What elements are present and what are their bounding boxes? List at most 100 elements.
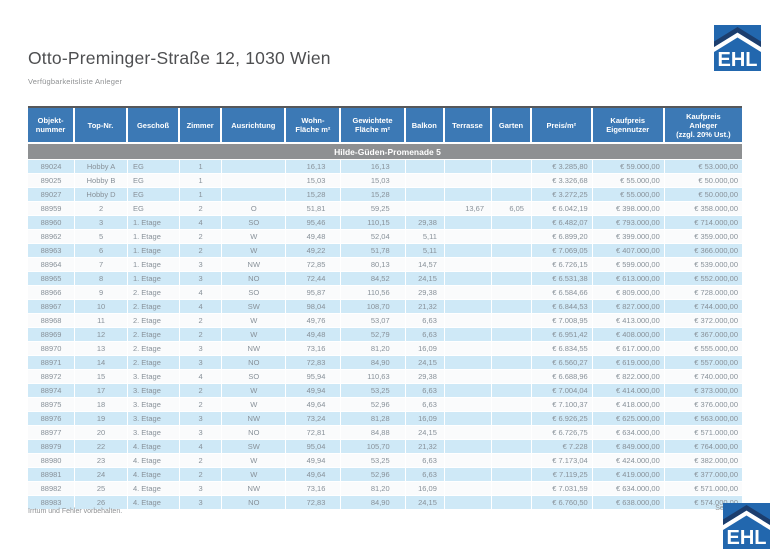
- table-row: 8896471. Etage3NW72,8580,1314,57€ 6.726,…: [28, 258, 742, 272]
- cell-r15-c9: [492, 370, 532, 384]
- table-row: 88975183. Etage2W49,6452,966,63€ 7.100,3…: [28, 398, 742, 412]
- cell-r17-c4: W: [222, 398, 286, 412]
- cell-r17-c0: 88975: [28, 398, 75, 412]
- cell-r2-c10: € 3.272,25: [532, 188, 593, 202]
- cell-r3-c11: € 398.000,00: [593, 202, 665, 216]
- cell-r9-c2: 2. Etage: [128, 286, 180, 300]
- cell-r18-c11: € 625.000,00: [593, 412, 665, 426]
- cell-r3-c12: € 358.000,00: [665, 202, 742, 216]
- cell-r18-c2: 3. Etage: [128, 412, 180, 426]
- cell-r5-c6: 52,04: [341, 230, 405, 244]
- cell-r23-c6: 81,20: [341, 482, 405, 496]
- cell-r11-c8: [445, 314, 492, 328]
- cell-r11-c10: € 7.008,95: [532, 314, 593, 328]
- cell-r18-c12: € 563.000,00: [665, 412, 742, 426]
- cell-r7-c2: 1. Etage: [128, 258, 180, 272]
- cell-r6-c10: € 7.069,05: [532, 244, 593, 258]
- cell-r10-c5: 98,04: [286, 300, 341, 314]
- cell-r12-c9: [492, 328, 532, 342]
- cell-r23-c5: 73,16: [286, 482, 341, 496]
- cell-r12-c6: 52,79: [341, 328, 405, 342]
- cell-r6-c6: 51,78: [341, 244, 405, 258]
- table-header: Objekt- nummerTop-Nr.GeschoßZimmerAusric…: [28, 108, 742, 144]
- cell-r14-c8: [445, 356, 492, 370]
- cell-r21-c1: 23: [75, 454, 128, 468]
- cell-r22-c2: 4. Etage: [128, 468, 180, 482]
- cell-r1-c7: [406, 174, 445, 188]
- cell-r24-c9: [492, 496, 532, 510]
- cell-r8-c3: 3: [180, 272, 222, 286]
- cell-r3-c7: [406, 202, 445, 216]
- cell-r1-c12: € 50.000,00: [665, 174, 742, 188]
- cell-r19-c1: 20: [75, 426, 128, 440]
- cell-r0-c6: 16,13: [341, 160, 405, 174]
- cell-r13-c4: NW: [222, 342, 286, 356]
- cell-r8-c0: 88965: [28, 272, 75, 286]
- cell-r2-c7: [406, 188, 445, 202]
- cell-r5-c9: [492, 230, 532, 244]
- cell-r6-c5: 49,22: [286, 244, 341, 258]
- cell-r4-c4: SO: [222, 216, 286, 230]
- cell-r7-c11: € 599.000,00: [593, 258, 665, 272]
- cell-r6-c4: W: [222, 244, 286, 258]
- cell-r3-c2: EG: [128, 202, 180, 216]
- cell-r1-c1: Hobby B: [75, 174, 128, 188]
- table-row: 88972153. Etage4SO95,94110,6329,38€ 6.68…: [28, 370, 742, 384]
- table-row: 88982254. Etage3NW73,1681,2016,09€ 7.031…: [28, 482, 742, 496]
- cell-r7-c12: € 539.000,00: [665, 258, 742, 272]
- column-header-12: Kaufpreis Anleger (zzgl. 20% Ust.): [665, 108, 742, 144]
- cell-r17-c8: [445, 398, 492, 412]
- cell-r16-c4: W: [222, 384, 286, 398]
- cell-r19-c12: € 571.000,00: [665, 426, 742, 440]
- cell-r17-c1: 18: [75, 398, 128, 412]
- column-header-3: Zimmer: [180, 108, 222, 144]
- cell-r20-c9: [492, 440, 532, 454]
- cell-r9-c8: [445, 286, 492, 300]
- cell-r21-c5: 49,94: [286, 454, 341, 468]
- cell-r4-c6: 110,15: [341, 216, 405, 230]
- cell-r19-c11: € 634.000,00: [593, 426, 665, 440]
- table-row: 8896581. Etage3NO72,4484,5224,15€ 6.531,…: [28, 272, 742, 286]
- cell-r22-c4: W: [222, 468, 286, 482]
- cell-r23-c0: 88982: [28, 482, 75, 496]
- cell-r18-c1: 19: [75, 412, 128, 426]
- cell-r15-c5: 95,94: [286, 370, 341, 384]
- cell-r16-c5: 49,94: [286, 384, 341, 398]
- cell-r2-c5: 15,28: [286, 188, 341, 202]
- cell-r7-c8: [445, 258, 492, 272]
- cell-r1-c0: 89025: [28, 174, 75, 188]
- cell-r17-c7: 6,63: [406, 398, 445, 412]
- cell-r14-c2: 2. Etage: [128, 356, 180, 370]
- cell-r12-c5: 49,48: [286, 328, 341, 342]
- cell-r1-c11: € 55.000,00: [593, 174, 665, 188]
- cell-r9-c6: 110,56: [341, 286, 405, 300]
- cell-r13-c11: € 617.000,00: [593, 342, 665, 356]
- cell-r1-c5: 15,03: [286, 174, 341, 188]
- cell-r11-c4: W: [222, 314, 286, 328]
- cell-r2-c8: [445, 188, 492, 202]
- cell-r23-c7: 16,09: [406, 482, 445, 496]
- cell-r19-c7: 24,15: [406, 426, 445, 440]
- svg-text:EHL: EHL: [727, 527, 767, 549]
- cell-r24-c7: 24,15: [406, 496, 445, 510]
- cell-r24-c11: € 638.000,00: [593, 496, 665, 510]
- cell-r24-c5: 72,83: [286, 496, 341, 510]
- cell-r0-c0: 89024: [28, 160, 75, 174]
- cell-r13-c9: [492, 342, 532, 356]
- cell-r0-c11: € 59.000,00: [593, 160, 665, 174]
- page-title: Otto-Preminger-Straße 12, 1030 Wien: [28, 49, 331, 68]
- cell-r1-c8: [445, 174, 492, 188]
- cell-r2-c6: 15,28: [341, 188, 405, 202]
- cell-r0-c12: € 53.000,00: [665, 160, 742, 174]
- cell-r10-c0: 88967: [28, 300, 75, 314]
- cell-r7-c10: € 6.726,15: [532, 258, 593, 272]
- cell-r14-c4: NO: [222, 356, 286, 370]
- cell-r24-c2: 4. Etage: [128, 496, 180, 510]
- cell-r18-c8: [445, 412, 492, 426]
- cell-r15-c2: 3. Etage: [128, 370, 180, 384]
- cell-r21-c10: € 7.173,04: [532, 454, 593, 468]
- cell-r13-c0: 88970: [28, 342, 75, 356]
- cell-r18-c10: € 6.926,25: [532, 412, 593, 426]
- cell-r21-c8: [445, 454, 492, 468]
- cell-r15-c4: SO: [222, 370, 286, 384]
